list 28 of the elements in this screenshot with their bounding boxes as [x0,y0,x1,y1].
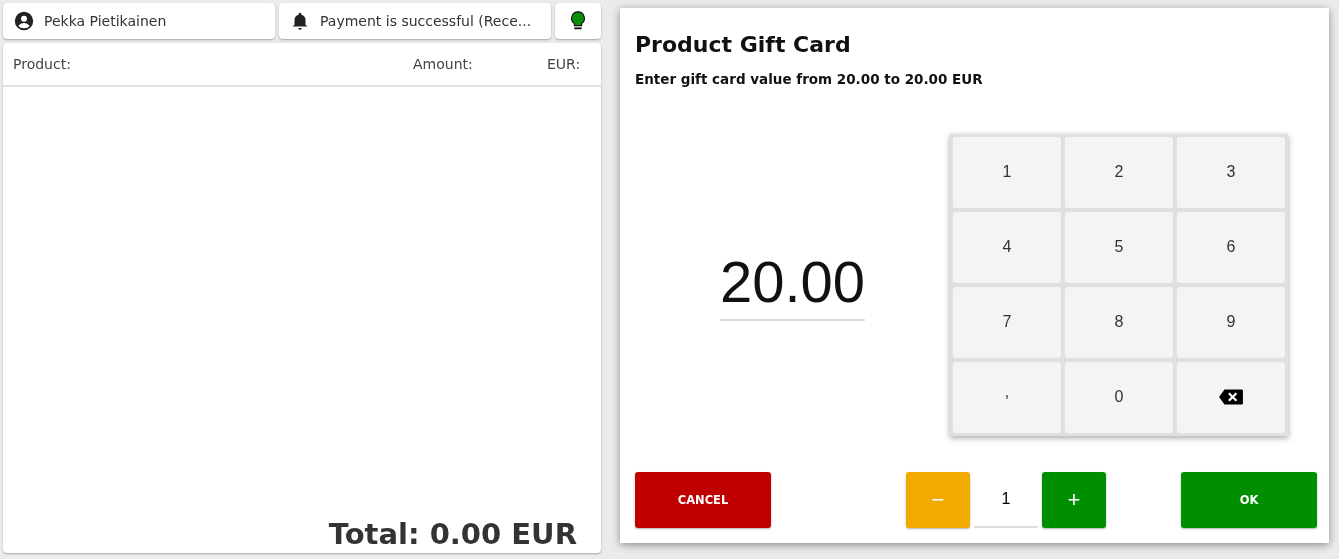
quantity-field[interactable]: 1 [974,472,1038,528]
plus-button[interactable]: + [1042,472,1106,528]
keypad-key[interactable]: 8 [1065,286,1173,358]
keypad-key[interactable]: 6 [1177,211,1285,283]
value-field[interactable]: 20.00 [719,248,866,321]
dialog-subtitle: Enter gift card value from 20.00 to 20.00 EUR [635,71,984,87]
column-header: EUR: [547,56,582,72]
user-icon [13,10,35,32]
keypad-key[interactable]: 1 [953,136,1061,208]
ok-button[interactable]: OK [1181,472,1317,528]
dialog-title: Product Gift Card [635,32,852,57]
keypad-key[interactable]: 2 [1065,136,1173,208]
user-button[interactable]: Pekka Pietikainen [3,3,275,39]
notification-button[interactable]: Payment is successful (Rece... [279,3,551,39]
column-header: Amount: [413,56,474,72]
cancel-button[interactable]: CANCEL [635,472,771,528]
keypad-key[interactable]: 4 [953,211,1061,283]
keypad-key[interactable]: 9 [1177,286,1285,358]
backspace-icon [1218,388,1244,406]
cart-total: Total: 0.00 EUR [328,517,578,553]
keypad-key[interactable]: 5 [1065,211,1173,283]
column-header: Product: [13,56,72,72]
status-button[interactable] [555,3,601,39]
backspace-button[interactable] [1177,361,1285,433]
keypad-key[interactable]: , [953,361,1061,433]
keypad-key[interactable]: 3 [1177,136,1285,208]
keypad-key[interactable]: 7 [953,286,1061,358]
keypad-key[interactable]: 0 [1065,361,1173,433]
